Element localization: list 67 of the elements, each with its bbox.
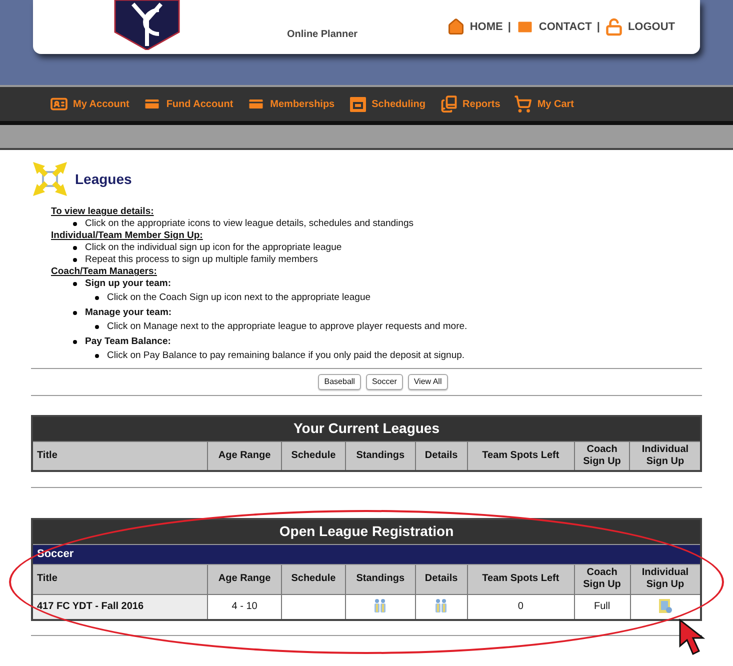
bullet-icon [95, 296, 99, 300]
table-title: Open League Registration [32, 519, 701, 544]
section-heading: To view league details: [51, 206, 154, 217]
details-icon[interactable] [433, 598, 450, 614]
bullet-icon [73, 258, 77, 262]
filter-button[interactable]: Soccer [366, 374, 403, 390]
column-header: Coach Sign Up [574, 441, 630, 471]
site-subtitle: Online Planner [287, 28, 358, 42]
column-header: Individual Sign Up [630, 564, 701, 594]
column-header: Standings [345, 564, 416, 594]
header-link[interactable]: HOME [470, 18, 503, 36]
page-title: Leagues [75, 170, 132, 189]
header-link[interactable]: CONTACT [538, 18, 592, 36]
bullet-icon [73, 222, 77, 226]
section-heading: Individual/Team Member Sign Up: [51, 230, 203, 241]
column-header: Title [32, 564, 208, 594]
column-header: Standings [345, 441, 416, 471]
instruction-text: Sign up your team: [85, 278, 172, 290]
calendar-icon [348, 95, 367, 113]
column-header: Age Range [208, 441, 282, 471]
instruction-text: Manage your team: [85, 307, 172, 319]
header-link[interactable]: LOGOUT [628, 18, 675, 36]
padlock-icon [604, 18, 623, 36]
filter-button[interactable]: Baseball [318, 374, 361, 390]
sign-up-icon[interactable] [657, 598, 674, 614]
instruction-text: Click on the appropriate icons to view league details, schedules and standings [85, 218, 414, 230]
instruction-text: Pay Team Balance: [85, 336, 171, 348]
link-separator: | [508, 20, 511, 35]
column-header: Coach Sign Up [574, 564, 630, 594]
bullet-icon [95, 325, 99, 329]
bullet-icon [73, 340, 77, 344]
instruction-text: Click on the individual sign up icon for the appropriate league [85, 242, 342, 254]
filter-button[interactable]: View All [408, 374, 448, 390]
books-icon [440, 95, 458, 113]
bullet-icon [95, 354, 99, 358]
standings-icon[interactable] [372, 598, 388, 614]
table-cell: 417 FC YDT - Fall 2016 [32, 594, 208, 620]
column-header: Schedule [281, 441, 346, 471]
bullet-icon [73, 282, 77, 286]
column-header: Team Spots Left [467, 564, 574, 594]
id-card-icon [50, 95, 68, 113]
cart-icon [514, 95, 532, 113]
nav-item[interactable]: Reports [440, 95, 500, 113]
arrows-icon [33, 162, 67, 196]
column-header: Schedule [281, 564, 346, 594]
section-heading: Coach/Team Managers: [51, 266, 157, 277]
nav-item[interactable]: Fund Account [143, 95, 234, 113]
link-separator: | [596, 20, 600, 35]
column-header: Details [415, 564, 468, 594]
column-header: Age Range [208, 564, 282, 594]
instruction-text: Repeat this process to sign up multiple family members [85, 254, 318, 266]
instruction-text: Click on Manage next to the appropriate league to approve player requests and more. [107, 321, 468, 333]
column-header: Team Spots Left [467, 441, 574, 471]
instruction-text: Click on Pay Balance to pay remaining balance if you only paid the deposit at signup. [107, 350, 465, 362]
table-title: Your Current Leagues [32, 416, 701, 441]
nav-item[interactable]: Memberships [247, 95, 335, 113]
column-header: Details [415, 441, 468, 471]
column-header: Title [32, 441, 208, 471]
column-header: Individual Sign Up [630, 441, 701, 471]
house-icon [446, 18, 465, 36]
group-header: Soccer [32, 544, 701, 564]
nav-item[interactable]: My Cart [514, 95, 574, 113]
instruction-text: Click on the Coach Sign up icon next to the appropriate league [107, 292, 371, 304]
nav-item[interactable]: My Account [50, 95, 130, 113]
nav-item[interactable]: Scheduling [348, 95, 426, 113]
bullet-icon [73, 311, 77, 315]
bullet-icon [73, 246, 77, 250]
